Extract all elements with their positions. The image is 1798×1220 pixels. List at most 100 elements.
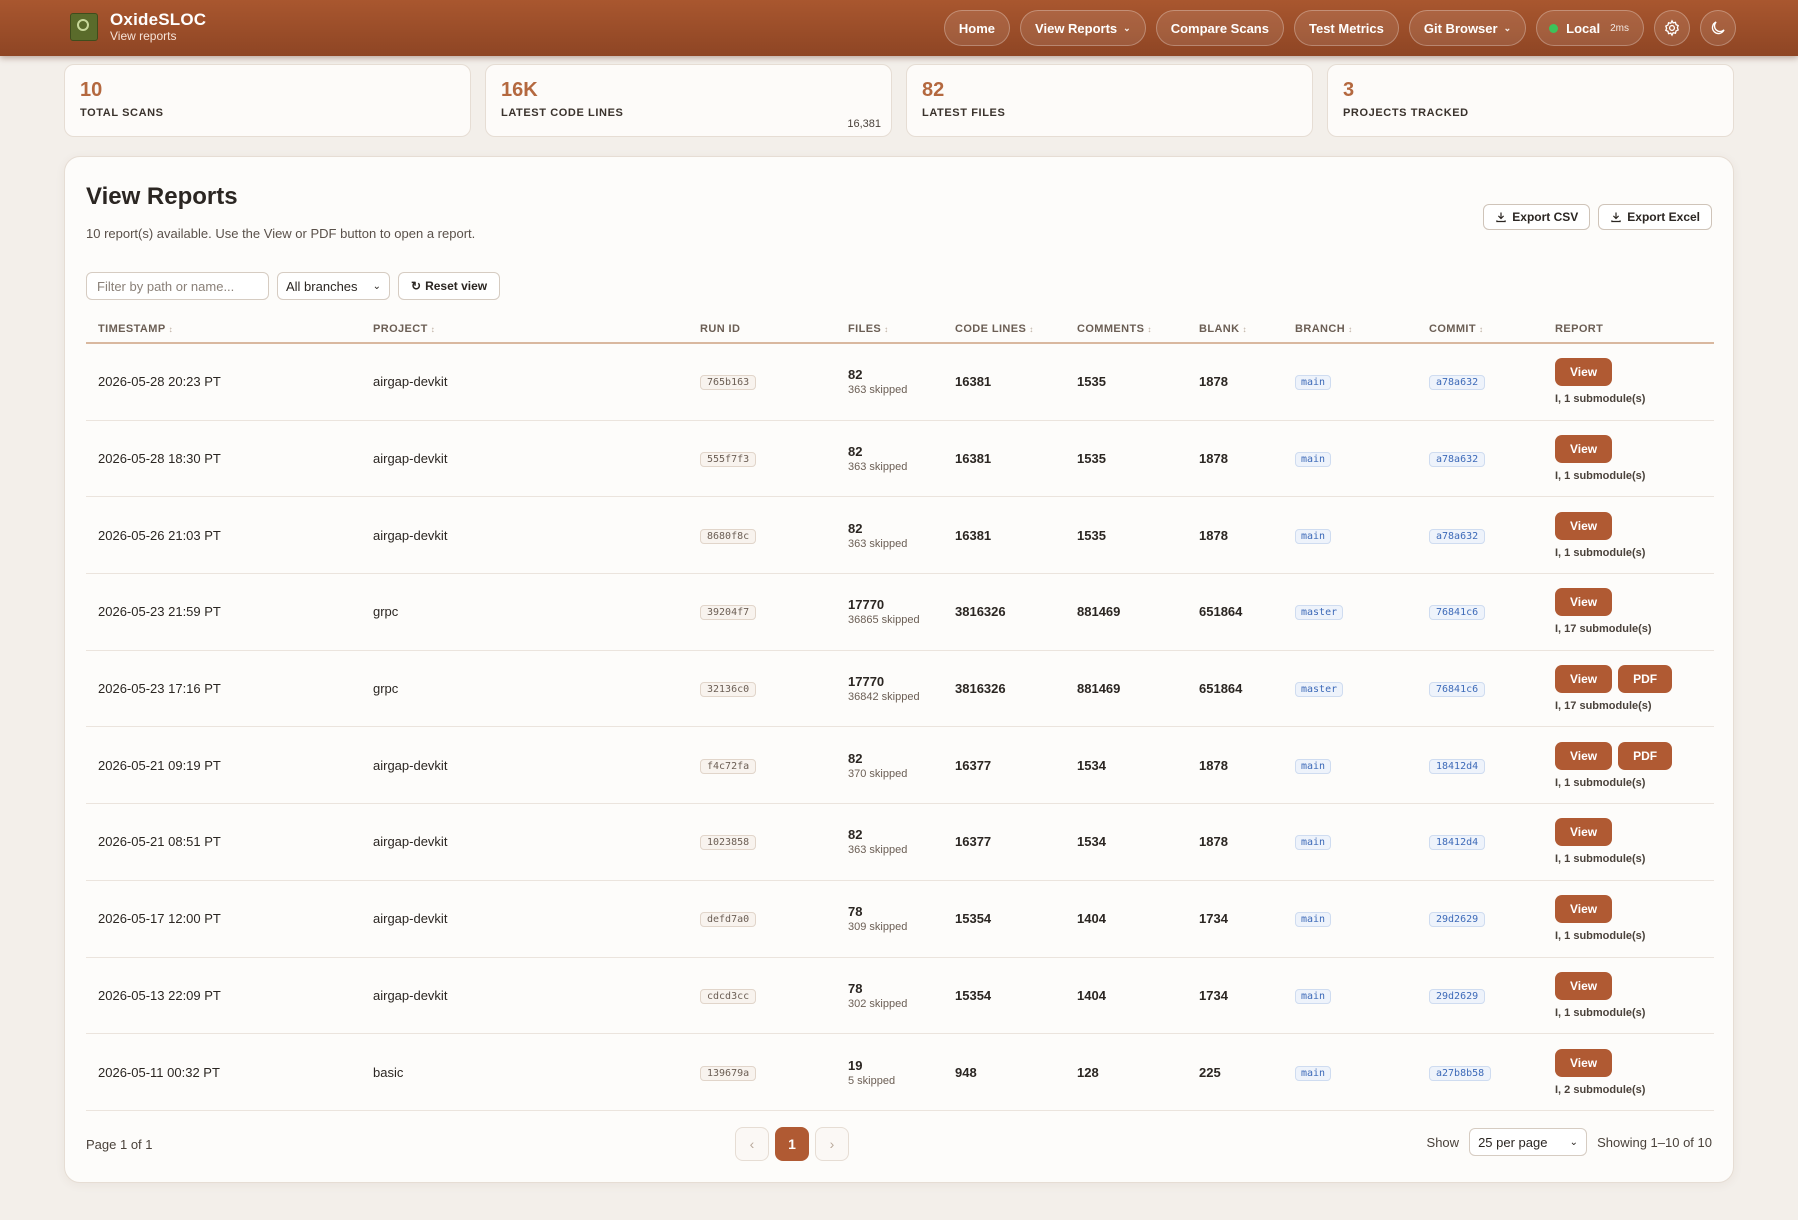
export-csv-button[interactable]: Export CSV [1483,204,1591,230]
pdf-report-button[interactable]: PDF [1618,741,1673,770]
cell-files: 17770 36842 skipped [836,674,943,703]
files-skipped: 363 skipped [848,384,908,397]
submodule-note: I, 17 submodule(s) [1555,700,1652,713]
filter-input[interactable] [86,272,269,300]
nav-home-button[interactable]: Home [943,10,1011,46]
theme-toggle-button[interactable] [1700,10,1736,46]
branch-badge[interactable]: main [1295,988,1332,1004]
cell-branch: main [1283,527,1417,544]
table-row: 2026-05-11 00:32 PT basic 139679a 19 5 skipp… [86,1034,1714,1111]
view-report-button[interactable]: View [1555,358,1613,387]
table-row: 2026-05-21 09:19 PT airgap-devkit f4c72fa 8… [86,727,1714,805]
prev-page-button[interactable]: ‹ [735,1127,769,1161]
local-server-status-button[interactable]: Local 2ms [1536,10,1644,46]
cell-code-lines: 16381 [955,451,992,467]
run-id-badge: 32136c0 [700,682,757,698]
column-header-branch[interactable]: BRANCH ↕ [1283,323,1417,335]
reset-view-button[interactable]: ↻ Reset view [398,272,501,300]
stat-label: TOTAL SCANS [80,107,164,119]
cell-branch: main [1283,987,1417,1004]
column-header-files[interactable]: FILES ↕ [836,323,943,335]
branch-badge[interactable]: main [1295,835,1332,851]
branch-badge[interactable]: master [1295,605,1344,621]
table-row: 2026-05-23 21:59 PT grpc 39204f7 17770 36865… [86,574,1714,651]
nav-view-reports-button[interactable]: View Reports ⌄ [1020,10,1146,46]
per-page-select[interactable]: 25 per page ⌄ [1469,1128,1588,1156]
stat-value: 10 [80,79,103,101]
column-header-blank[interactable]: BLANK ↕ [1187,323,1283,335]
sort-icon: ↕ [1147,325,1152,334]
files-skipped: 302 skipped [848,997,908,1010]
commit-badge[interactable]: 18412d4 [1429,758,1486,774]
cell-report: View I, 17 submodule(s) [1543,588,1714,635]
view-report-button[interactable]: View [1555,511,1613,540]
commit-badge[interactable]: a78a632 [1429,375,1486,391]
cell-project: grpc [373,681,399,697]
cell-commit: 29d2629 [1417,910,1543,928]
view-report-button[interactable]: View [1555,1048,1613,1077]
nav-git-browser-button[interactable]: Git Browser ⌄ [1408,10,1527,46]
pdf-report-button[interactable]: PDF [1618,665,1673,694]
submodule-note: I, 1 submodule(s) [1555,930,1646,943]
commit-badge[interactable]: a78a632 [1429,452,1486,468]
files-count: 82 [848,367,863,383]
column-header-code-lines[interactable]: CODE LINES ↕ [943,323,1065,335]
cell-branch: main [1283,450,1417,468]
page-button-current[interactable]: 1 [775,1127,809,1161]
settings-button[interactable] [1654,10,1690,46]
view-report-button[interactable]: View [1555,435,1613,464]
next-page-button[interactable]: › [815,1127,849,1161]
view-report-button[interactable]: View [1555,895,1613,924]
cell-run-id: 1023858 [688,833,836,851]
commit-badge[interactable]: 76841c6 [1429,605,1486,621]
cell-blank: 651864 [1199,681,1243,697]
cell-code-lines: 16377 [955,757,992,773]
branch-badge[interactable]: main [1295,528,1332,544]
table-row: 2026-05-17 12:00 PT airgap-devkit defd7a0 7… [86,881,1714,958]
sort-icon: ↕ [1242,325,1247,334]
table-row: 2026-05-28 18:30 PT airgap-devkit 555f7f3 8… [86,421,1714,498]
stat-label: PROJECTS TRACKED [1343,107,1469,119]
branch-badge[interactable]: main [1295,758,1332,774]
table-row: 2026-05-28 20:23 PT airgap-devkit 765b163 8… [86,344,1714,421]
cell-comments: 1535 [1077,374,1106,390]
commit-badge[interactable]: a78a632 [1429,528,1486,544]
commit-badge[interactable]: a27b8b58 [1429,1065,1492,1081]
view-report-button[interactable]: View [1555,818,1613,847]
export-excel-button[interactable]: Export Excel [1598,204,1712,230]
column-header-project[interactable]: PROJECT ↕ [361,323,688,335]
cell-comments: 881469 [1077,681,1121,697]
column-header-commit[interactable]: COMMIT ↕ [1417,323,1543,335]
branch-badge[interactable]: main [1295,452,1332,468]
cell-blank: 1878 [1199,451,1228,467]
commit-badge[interactable]: 29d2629 [1429,912,1486,928]
stat-label: LATEST FILES [922,107,1006,119]
per-page-value: 25 per page [1478,1134,1548,1150]
submodule-note: I, 1 submodule(s) [1555,393,1646,406]
submodule-note: I, 1 submodule(s) [1555,470,1646,483]
app-logo-icon [70,13,98,41]
nav-compare-scans-button[interactable]: Compare Scans [1155,10,1284,46]
commit-badge[interactable]: 29d2629 [1429,988,1486,1004]
column-header-comments[interactable]: COMMENTS ↕ [1065,323,1187,335]
commit-badge[interactable]: 18412d4 [1429,835,1486,851]
branch-badge[interactable]: main [1295,1065,1332,1081]
view-report-button[interactable]: View [1555,741,1613,770]
branch-select[interactable]: All branches ⌄ [277,272,390,300]
view-report-button[interactable]: View [1555,665,1613,694]
branch-badge[interactable]: main [1295,375,1332,391]
nav-test-metrics-button[interactable]: Test Metrics [1293,10,1399,46]
branch-badge[interactable]: main [1295,912,1332,928]
cell-code-lines: 948 [955,1064,977,1080]
cell-report: View I, 1 submodule(s) [1543,895,1714,942]
commit-badge[interactable]: 76841c6 [1429,682,1486,698]
view-report-button[interactable]: View [1555,588,1613,617]
column-header-timestamp[interactable]: TIMESTAMP ↕ [86,323,361,335]
table-row: 2026-05-13 22:09 PT airgap-devkit cdcd3cc 7… [86,958,1714,1035]
branch-badge[interactable]: master [1295,682,1344,698]
view-report-button[interactable]: View [1555,971,1613,1000]
files-skipped: 363 skipped [848,844,908,857]
cell-timestamp: 2026-05-23 21:59 PT [98,604,221,620]
brand[interactable]: OxideSLOC View reports [70,10,206,44]
stat-label: LATEST CODE LINES [501,107,624,119]
